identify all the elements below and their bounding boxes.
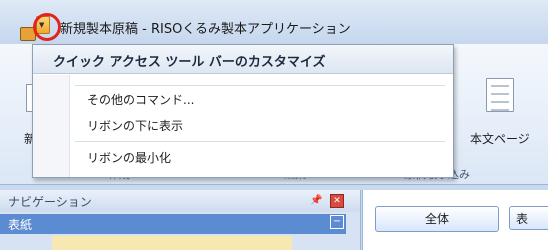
navigation-title: ナビゲーション	[8, 195, 92, 209]
qat-customize-menu: クイック アクセス ツール バーのカスタマイズ その他のコマンド... リボンの…	[32, 44, 454, 178]
menu-gutter	[33, 75, 70, 177]
menu-item-more-commands[interactable]: その他のコマンド...	[87, 91, 194, 108]
pin-icon[interactable]: 📌	[310, 195, 322, 206]
cover-thumbnail[interactable]	[52, 236, 292, 250]
body-page-icon[interactable]	[486, 78, 514, 112]
menu-separator	[75, 85, 445, 86]
tab-cover[interactable]: 表	[509, 206, 548, 230]
collapse-icon[interactable]: −	[330, 215, 344, 229]
menu-header: クイック アクセス ツール バーのカスタマイズ	[33, 45, 453, 74]
window-title: 新規製本原稿 - RISOくるみ製本アプリケーション	[60, 22, 351, 37]
menu-separator	[75, 141, 445, 142]
navigation-panel: ナビゲーション 📌 ✕ 表紙 −	[0, 190, 361, 250]
highlight-circle	[33, 13, 61, 41]
tab-all[interactable]: 全体	[375, 206, 499, 232]
navigation-header: ナビゲーション 📌 ✕	[0, 190, 360, 212]
menu-item-minimize-ribbon[interactable]: リボンの最小化	[87, 149, 171, 166]
menu-header-text: クイック アクセス ツール バーのカスタマイズ	[53, 55, 326, 70]
nav-item-cover[interactable]: 表紙	[0, 214, 346, 234]
nav-item-label: 表紙	[8, 218, 33, 232]
ribbon-body-page-label[interactable]: 本文ページ	[470, 130, 530, 147]
right-pane: 全体 表	[362, 190, 548, 250]
menu-item-show-below-ribbon[interactable]: リボンの下に表示	[87, 117, 183, 134]
close-icon[interactable]: ✕	[330, 194, 344, 208]
